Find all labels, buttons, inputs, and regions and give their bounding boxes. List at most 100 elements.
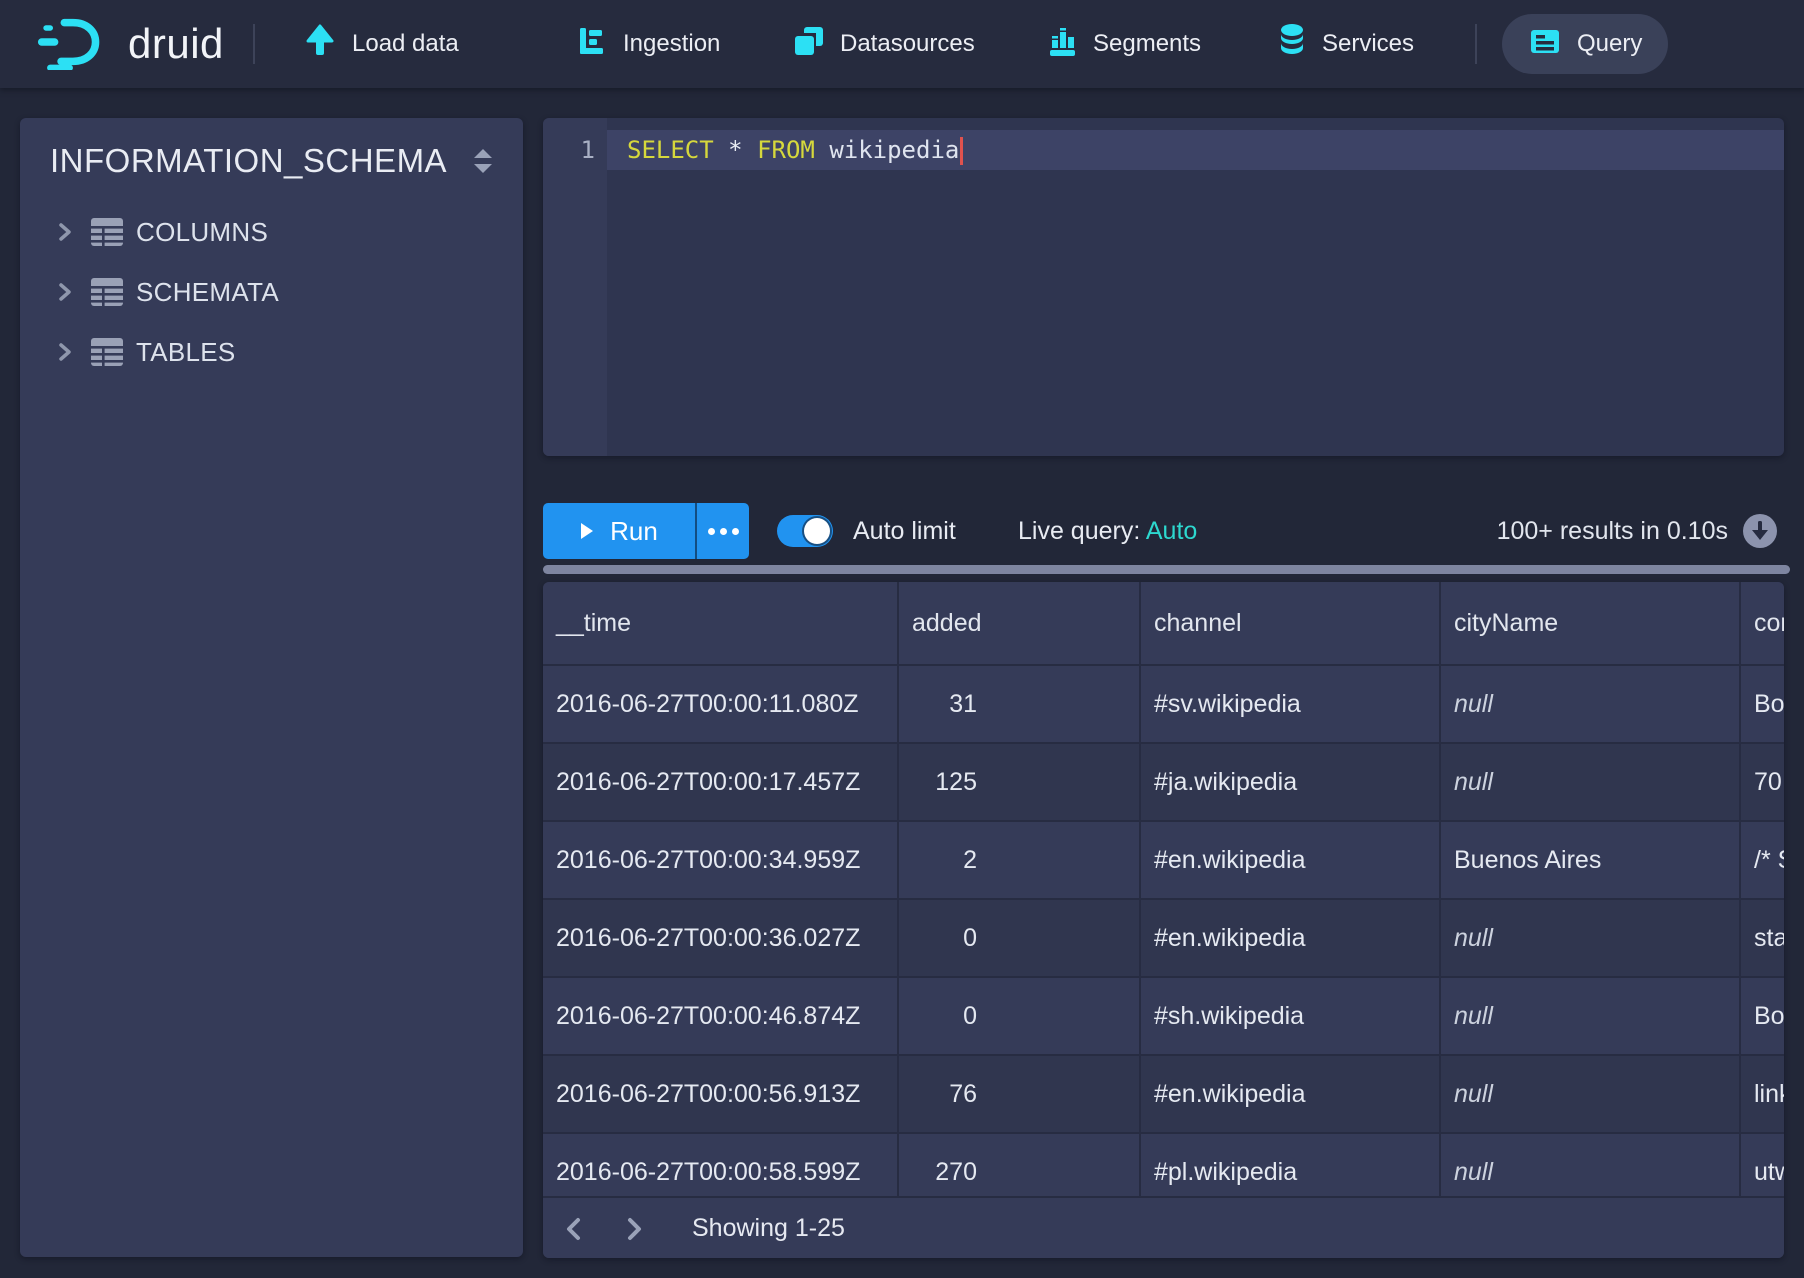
column-header-cityname[interactable]: cityName bbox=[1440, 582, 1740, 665]
play-icon bbox=[580, 516, 594, 547]
nav-item-datasources[interactable]: Datasources bbox=[793, 0, 975, 88]
cell-time[interactable]: 2016-06-27T00:00:56.913Z bbox=[543, 1055, 898, 1133]
nav-item-segments[interactable]: Segments bbox=[1046, 0, 1201, 88]
cell-added[interactable]: 2 bbox=[898, 821, 1140, 899]
cell-cityname[interactable]: null bbox=[1440, 665, 1740, 743]
run-button[interactable]: Run bbox=[543, 503, 695, 559]
more-options-icon bbox=[708, 528, 739, 535]
sort-toggle-icon[interactable] bbox=[468, 146, 498, 176]
cell-time[interactable]: 2016-06-27T00:00:11.080Z bbox=[543, 665, 898, 743]
query-control-bar: Run Auto limit Live query: Auto 100+ res… bbox=[543, 503, 1784, 559]
cell-comment[interactable]: sta bbox=[1740, 899, 1784, 977]
run-button-group: Run bbox=[543, 503, 749, 559]
line-number: 1 bbox=[543, 130, 595, 170]
cell-cityname[interactable]: null bbox=[1440, 977, 1740, 1055]
sql-star: * bbox=[728, 136, 742, 164]
nav-item-services[interactable]: Services bbox=[1277, 0, 1414, 88]
nav-item-load-data[interactable]: Load data bbox=[303, 0, 459, 88]
tree-item-columns[interactable]: COLUMNS bbox=[44, 204, 484, 260]
cell-comment[interactable]: 70. bbox=[1740, 743, 1784, 821]
cell-added[interactable]: 0 bbox=[898, 899, 1140, 977]
column-header-channel[interactable]: channel bbox=[1140, 582, 1440, 665]
pagination-bar: Showing 1-25 bbox=[543, 1196, 1784, 1258]
cell-channel[interactable]: #ja.wikipedia bbox=[1140, 743, 1440, 821]
table-row: 2016-06-27T00:00:11.080Z 31 #sv.wikipedi… bbox=[543, 665, 1784, 743]
chevron-right-icon[interactable] bbox=[44, 342, 84, 362]
nav-item-label: Services bbox=[1322, 30, 1414, 58]
cell-cityname[interactable]: Buenos Aires bbox=[1440, 821, 1740, 899]
previous-page-button[interactable] bbox=[559, 1214, 589, 1244]
table-icon bbox=[84, 217, 136, 247]
tree-item-label: TABLES bbox=[136, 337, 236, 368]
pagination-status: Showing 1-25 bbox=[692, 1198, 845, 1258]
table-icon bbox=[84, 337, 136, 367]
cell-channel[interactable]: #en.wikipedia bbox=[1140, 821, 1440, 899]
toggle-knob bbox=[804, 518, 830, 544]
results-summary: 100+ results in 0.10s bbox=[1497, 503, 1728, 559]
horizontal-scrollbar[interactable] bbox=[543, 565, 1790, 574]
cell-added[interactable]: 0 bbox=[898, 977, 1140, 1055]
column-header-comment[interactable]: comment bbox=[1740, 582, 1784, 665]
druid-logo-icon bbox=[36, 14, 112, 75]
auto-limit-toggle[interactable] bbox=[777, 515, 833, 547]
cell-added[interactable]: 31 bbox=[898, 665, 1140, 743]
cell-time[interactable]: 2016-06-27T00:00:46.874Z bbox=[543, 977, 898, 1055]
druid-logo[interactable]: druid bbox=[36, 0, 224, 88]
sql-table-name: wikipedia bbox=[829, 136, 959, 164]
cell-channel[interactable]: #sh.wikipedia bbox=[1140, 977, 1440, 1055]
nav-item-label: Query bbox=[1577, 30, 1642, 58]
navbar-divider bbox=[253, 24, 255, 64]
nav-item-label: Load data bbox=[352, 30, 459, 58]
cell-comment[interactable]: link bbox=[1740, 1055, 1784, 1133]
column-header-added[interactable]: added bbox=[898, 582, 1140, 665]
chevron-right-icon[interactable] bbox=[44, 222, 84, 242]
live-query-control: Live query: Auto bbox=[1018, 503, 1197, 559]
cell-time[interactable]: 2016-06-27T00:00:17.457Z bbox=[543, 743, 898, 821]
cell-time[interactable]: 2016-06-27T00:00:36.027Z bbox=[543, 899, 898, 977]
navbar-divider bbox=[1475, 24, 1477, 64]
live-query-value[interactable]: Auto bbox=[1146, 517, 1197, 545]
cell-cityname[interactable]: null bbox=[1440, 899, 1740, 977]
services-icon bbox=[1277, 23, 1307, 66]
download-results-button[interactable] bbox=[1742, 513, 1778, 549]
column-header-time[interactable]: __time bbox=[543, 582, 898, 665]
sql-editor[interactable]: 1 SELECT * FROM wikipedia bbox=[543, 118, 1784, 456]
sql-keyword: FROM bbox=[757, 136, 815, 164]
cell-channel[interactable]: #sv.wikipedia bbox=[1140, 665, 1440, 743]
cell-channel[interactable]: #en.wikipedia bbox=[1140, 1055, 1440, 1133]
cell-cityname[interactable]: null bbox=[1440, 743, 1740, 821]
table-icon bbox=[84, 277, 136, 307]
table-row: 2016-06-27T00:00:34.959Z 2 #en.wikipedia… bbox=[543, 821, 1784, 899]
schema-title: INFORMATION_SCHEMA bbox=[50, 142, 447, 180]
cell-comment[interactable]: /* S bbox=[1740, 821, 1784, 899]
nav-item-label: Ingestion bbox=[623, 30, 720, 58]
text-cursor bbox=[960, 137, 963, 165]
chevron-right-icon[interactable] bbox=[44, 282, 84, 302]
cell-channel[interactable]: #en.wikipedia bbox=[1140, 899, 1440, 977]
table-row: 2016-06-27T00:00:56.913Z 76 #en.wikipedi… bbox=[543, 1055, 1784, 1133]
nav-item-label: Datasources bbox=[840, 30, 975, 58]
tree-item-schemata[interactable]: SCHEMATA bbox=[44, 264, 484, 320]
datasources-icon bbox=[793, 25, 825, 64]
tree-item-tables[interactable]: TABLES bbox=[44, 324, 484, 380]
run-button-label: Run bbox=[610, 516, 658, 547]
cell-cityname[interactable]: null bbox=[1440, 1055, 1740, 1133]
run-more-options-button[interactable] bbox=[695, 503, 749, 559]
cell-added[interactable]: 125 bbox=[898, 743, 1140, 821]
brand-name: druid bbox=[128, 20, 224, 68]
nav-item-query[interactable]: Query bbox=[1502, 14, 1668, 74]
nav-item-ingestion[interactable]: Ingestion bbox=[576, 0, 720, 88]
segments-icon bbox=[1046, 25, 1078, 64]
top-navbar: druid Load data Ingestion bbox=[0, 0, 1804, 88]
cell-comment[interactable]: Bot bbox=[1740, 665, 1784, 743]
cell-added[interactable]: 76 bbox=[898, 1055, 1140, 1133]
ingestion-icon bbox=[576, 25, 608, 64]
cell-time[interactable]: 2016-06-27T00:00:34.959Z bbox=[543, 821, 898, 899]
query-icon bbox=[1528, 24, 1562, 65]
schema-explorer-panel: INFORMATION_SCHEMA COLUMNS bbox=[20, 118, 523, 1257]
live-query-label: Live query: bbox=[1018, 517, 1140, 545]
next-page-button[interactable] bbox=[619, 1214, 649, 1244]
tree-item-label: COLUMNS bbox=[136, 217, 268, 248]
cell-comment[interactable]: Bot bbox=[1740, 977, 1784, 1055]
table-header-row: __time added channel cityName comment bbox=[543, 582, 1784, 665]
